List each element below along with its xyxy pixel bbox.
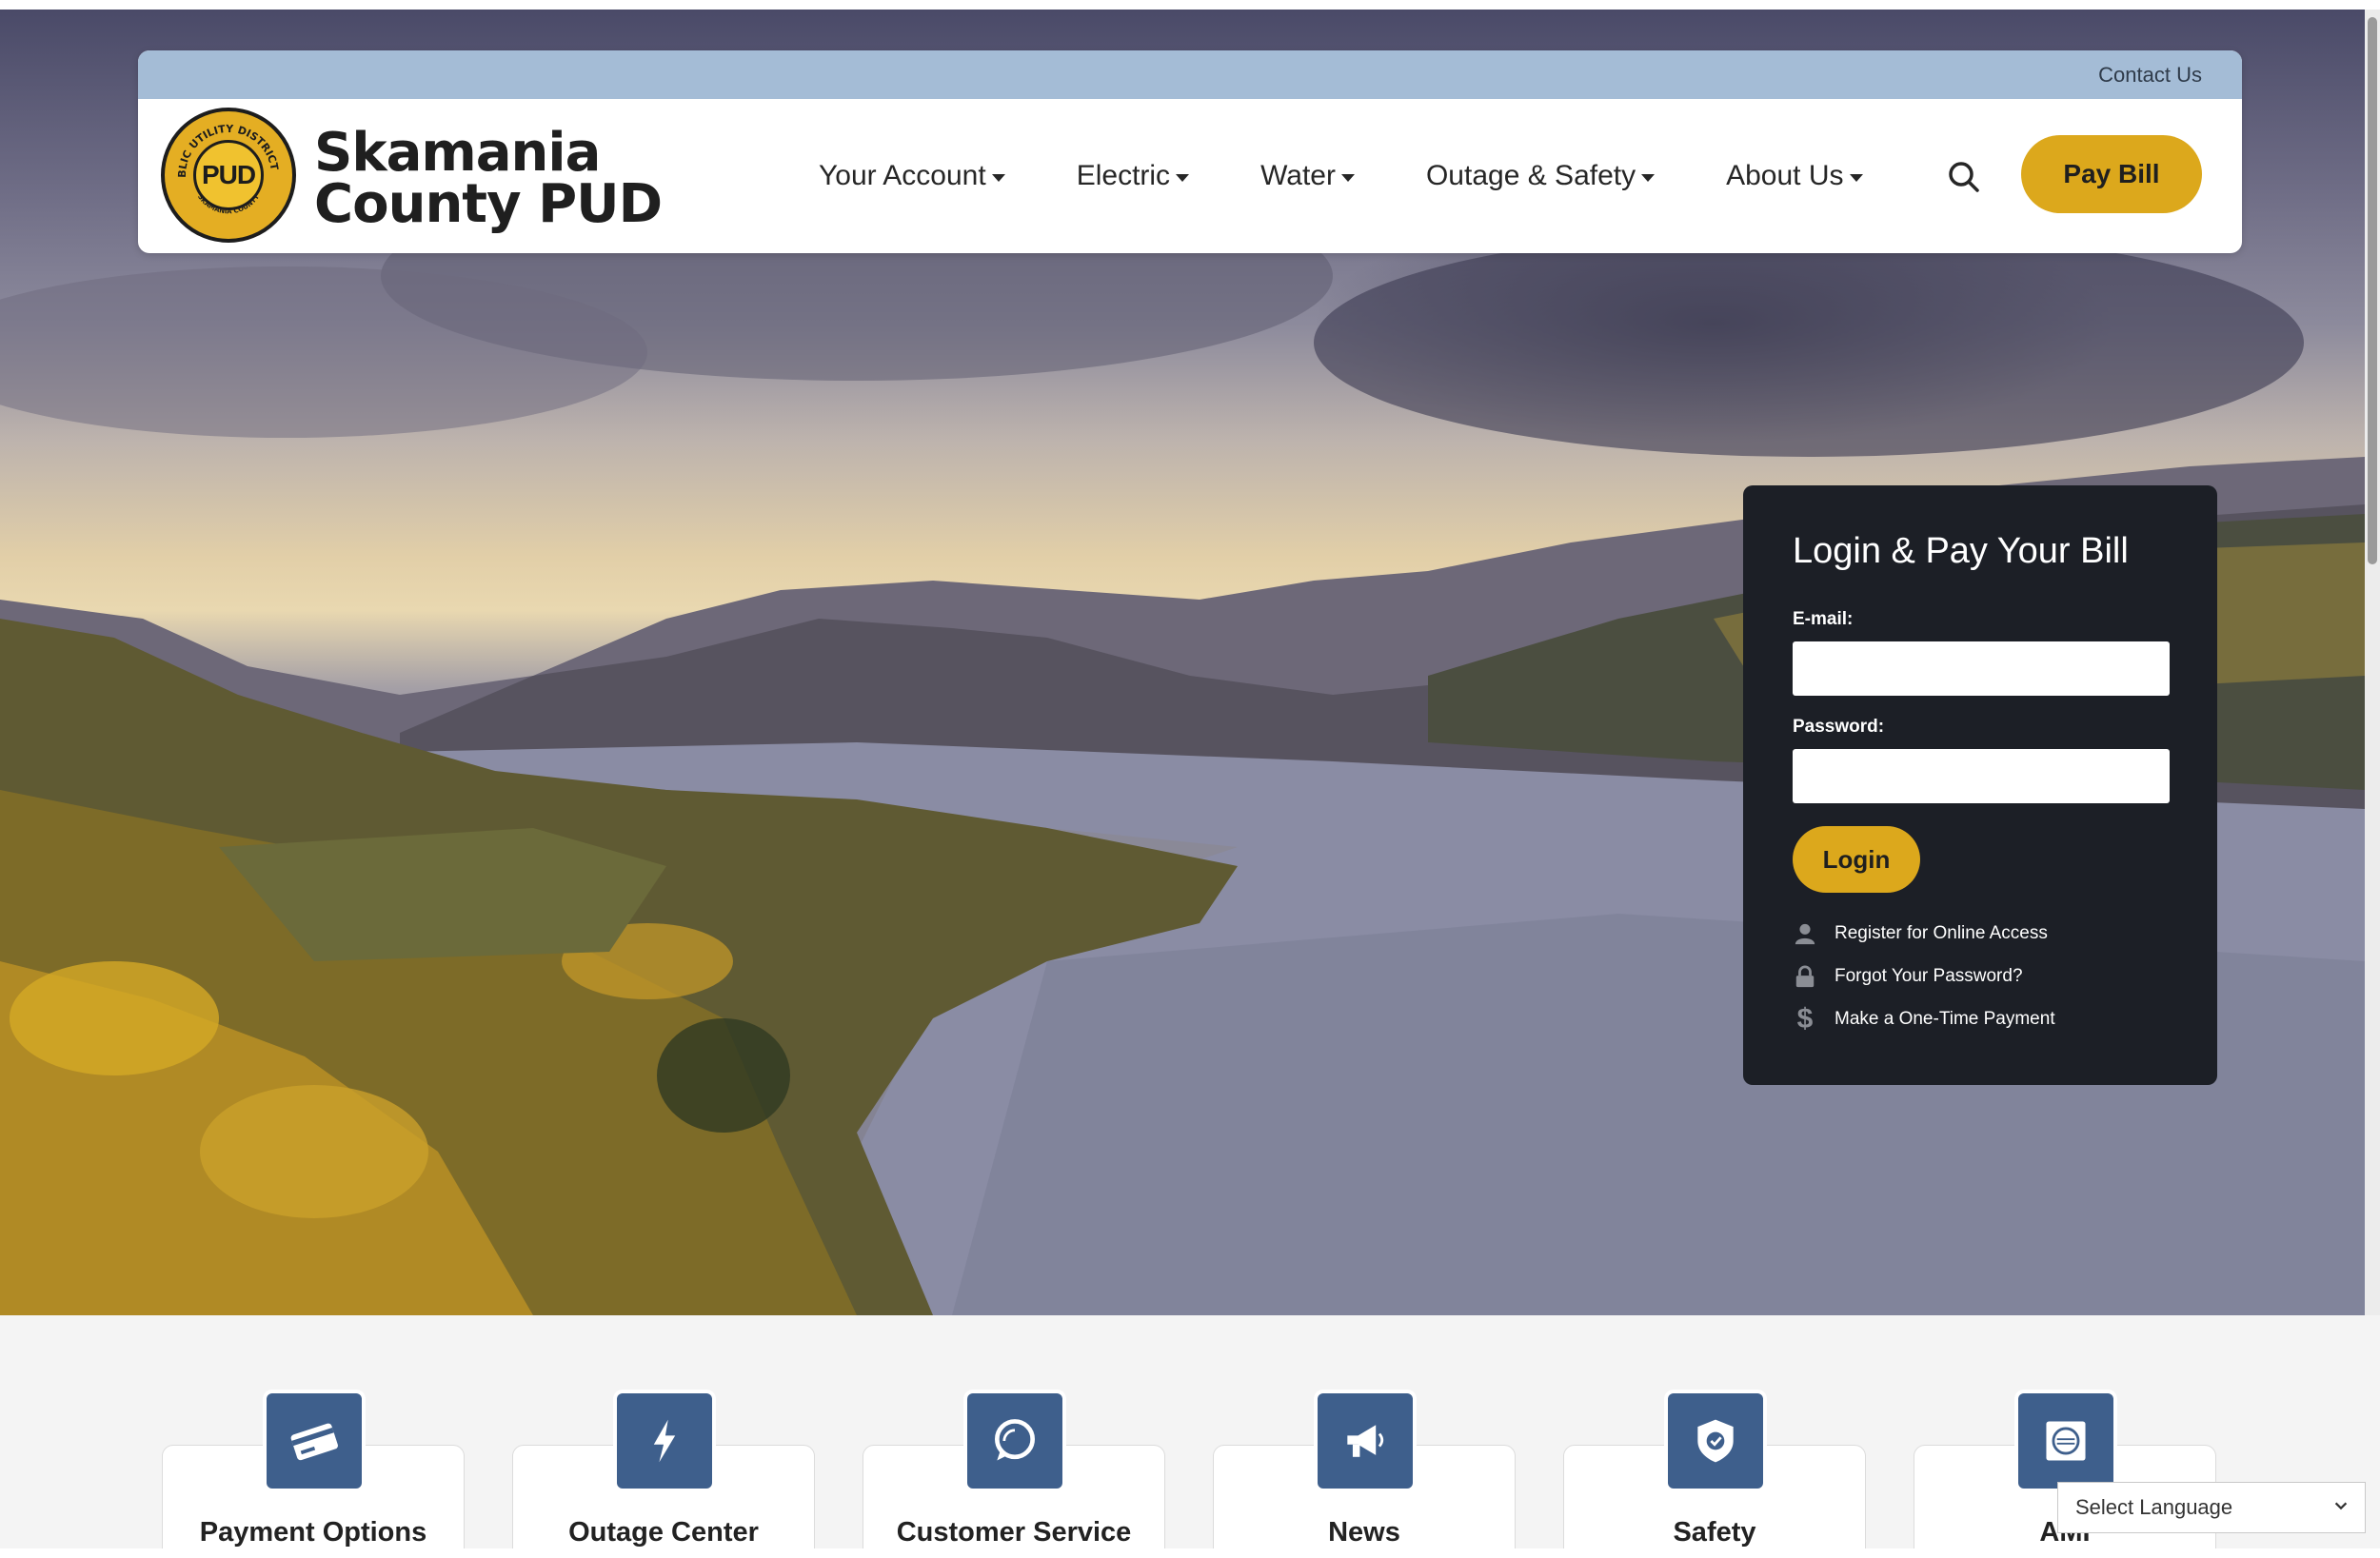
tile-label-safety: Safety xyxy=(1673,1517,1756,1548)
scrollbar-thumb[interactable] xyxy=(2368,17,2377,564)
login-title: Login & Pay Your Bill xyxy=(1793,531,2129,571)
nav-electric[interactable]: Electric xyxy=(1076,160,1190,192)
megaphone-icon[interactable] xyxy=(1318,1393,1413,1489)
tile-label-news: News xyxy=(1328,1517,1400,1548)
credit-card-icon[interactable] xyxy=(267,1393,362,1489)
nav-label: Outage & Safety xyxy=(1425,160,1636,191)
nav-label: Water xyxy=(1260,160,1336,191)
caret-down-icon xyxy=(1340,174,1355,182)
site-header: Contact Us PUBLIC UTILITY DISTRICT # 1 S… xyxy=(138,50,2242,253)
caret-down-icon xyxy=(1176,174,1190,182)
viewport-bottom-edge xyxy=(0,1548,2380,1558)
user-icon xyxy=(1793,921,1817,946)
contact-us-link[interactable]: Contact Us xyxy=(2098,63,2202,88)
dollar-icon: $ xyxy=(1796,1003,1814,1035)
tile-label-outage-center: Outage Center xyxy=(568,1517,759,1548)
caret-down-icon xyxy=(991,174,1005,182)
lock-icon xyxy=(1793,964,1817,989)
login-panel: Login & Pay Your Bill E-mail: Password: … xyxy=(1743,485,2217,1085)
meter-icon[interactable] xyxy=(2018,1393,2113,1489)
nav-label: Electric xyxy=(1076,160,1171,191)
logo-seal-center: PUD xyxy=(193,140,264,210)
nav-outage-safety[interactable]: Outage & Safety xyxy=(1425,160,1656,192)
pud-logo-seal[interactable]: PUBLIC UTILITY DISTRICT # 1 SKAMANIA COU… xyxy=(161,108,296,243)
chevron-down-icon xyxy=(2332,1495,2350,1520)
caret-down-icon xyxy=(1641,174,1656,182)
lightning-icon[interactable] xyxy=(617,1393,712,1489)
utility-bar: Contact Us xyxy=(138,50,2242,99)
chat-bubble-icon[interactable] xyxy=(967,1393,1062,1489)
site-name[interactable]: Skamania County PUD xyxy=(314,122,663,235)
quick-links-section: Payment Options Outage Center Customer S… xyxy=(0,1315,2380,1558)
one-time-payment-label: Make a One-Time Payment xyxy=(1835,1009,2055,1029)
password-label: Password: xyxy=(1793,717,1885,737)
shield-icon[interactable] xyxy=(1668,1393,1763,1489)
email-field[interactable] xyxy=(1793,641,2170,696)
site-name-line2: County PUD xyxy=(314,173,663,235)
email-label: E-mail: xyxy=(1793,609,1854,629)
nav-about-us[interactable]: About Us xyxy=(1726,160,1863,192)
language-select[interactable]: Select Language xyxy=(2057,1482,2366,1533)
site-name-line1: Skamania xyxy=(314,122,601,184)
logo-seal-text: PUD xyxy=(201,160,256,189)
login-button[interactable]: Login xyxy=(1793,826,1920,893)
register-link-label: Register for Online Access xyxy=(1835,923,2048,943)
search-icon[interactable] xyxy=(1945,158,1983,196)
primary-nav: Your Account Electric Water Outage & Saf… xyxy=(819,99,1934,253)
caret-down-icon xyxy=(1849,174,1863,182)
nav-your-account[interactable]: Your Account xyxy=(819,160,1005,192)
nav-water[interactable]: Water xyxy=(1260,160,1355,192)
forgot-password-label: Forgot Your Password? xyxy=(1835,966,2023,986)
forgot-password-link[interactable]: Forgot Your Password? xyxy=(1793,964,2023,989)
register-link[interactable]: Register for Online Access xyxy=(1793,921,2048,946)
tile-label-payment-options: Payment Options xyxy=(199,1517,427,1548)
password-field[interactable] xyxy=(1793,749,2170,803)
language-select-value: Select Language xyxy=(2075,1495,2233,1519)
main-nav-bar: PUBLIC UTILITY DISTRICT # 1 SKAMANIA COU… xyxy=(138,99,2242,253)
nav-label: About Us xyxy=(1726,160,1844,191)
pay-bill-button[interactable]: Pay Bill xyxy=(2021,135,2202,213)
one-time-payment-link[interactable]: $ Make a One-Time Payment xyxy=(1793,1003,2055,1035)
tile-label-customer-service: Customer Service xyxy=(896,1517,1132,1548)
nav-label: Your Account xyxy=(819,160,986,191)
